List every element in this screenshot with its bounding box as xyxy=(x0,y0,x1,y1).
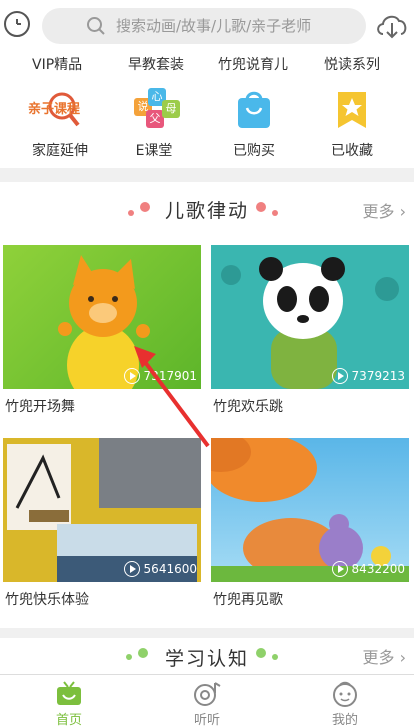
menu-reading[interactable]: 悦读系列 xyxy=(324,54,380,74)
more-label: 更多 xyxy=(362,202,395,221)
video-title: 竹兜再见歌 xyxy=(213,592,283,608)
section-header-learning: 学习认知 更多 › xyxy=(0,632,414,678)
menu-vip[interactable]: VIP精品 xyxy=(32,54,82,74)
video-thumbnail: 5641600 xyxy=(3,438,201,582)
menu-e-classroom[interactable]: 说 心 父 母 E课堂 xyxy=(112,88,192,164)
menu-label: 家庭延伸 xyxy=(32,143,88,159)
video-title: 竹兜快乐体验 xyxy=(5,592,89,608)
section-title: 儿歌律动 xyxy=(164,200,249,222)
play-icon xyxy=(123,561,140,577)
parent-course-text: 亲子课程 xyxy=(28,102,81,117)
play-icon xyxy=(331,561,348,577)
search-bar[interactable]: 搜索动画/故事/儿歌/亲子老师 xyxy=(42,8,366,44)
video-card[interactable]: 7379213 竹兜欢乐跳 xyxy=(211,245,409,415)
bottom-tab-bar: 首页 听听 我的 xyxy=(0,674,414,728)
menu-favorites[interactable]: 已收藏 xyxy=(310,88,390,164)
video-card[interactable]: 8432200 竹兜再见歌 xyxy=(211,438,409,608)
profile-face-icon xyxy=(333,681,357,707)
tab-label: 首页 xyxy=(55,713,82,728)
header: 搜索动画/故事/儿歌/亲子老师 xyxy=(0,0,414,52)
home-tv-icon xyxy=(57,681,81,705)
decor-dot xyxy=(272,210,278,216)
menu-purchased[interactable]: 已购买 xyxy=(212,88,292,164)
more-link[interactable]: 更多 › xyxy=(362,198,406,222)
chevron-right-icon: › xyxy=(399,202,406,221)
tab-label: 我的 xyxy=(331,713,358,728)
category-menu: VIP精品 早教套装 竹兜说育儿 悦读系列 亲子课程 家庭延伸 说 心 父 母 … xyxy=(0,52,414,166)
e-class-char: 母 xyxy=(162,100,180,118)
play-icon xyxy=(331,368,348,384)
play-count: 8432200 xyxy=(331,560,405,578)
menu-parenting[interactable]: 竹兜说育儿 xyxy=(218,54,288,74)
video-title: 竹兜欢乐跳 xyxy=(213,399,283,415)
menu-label: 已购买 xyxy=(233,143,275,159)
history-clock-icon[interactable] xyxy=(4,11,30,37)
favorite-star-icon xyxy=(338,92,366,128)
video-title: 竹兜开场舞 xyxy=(5,399,75,415)
video-card[interactable]: 5641600 竹兜快乐体验 xyxy=(3,438,201,608)
decor-dot xyxy=(256,648,266,658)
menu-row-text: VIP精品 早教套装 竹兜说育儿 悦读系列 xyxy=(0,54,414,74)
icon-menu-row: 亲子课程 家庭延伸 说 心 父 母 E课堂 已购买 已收藏 xyxy=(0,88,414,164)
play-count: 7379213 xyxy=(331,367,405,385)
menu-early-edu[interactable]: 早教套装 xyxy=(128,54,184,74)
decor-dot xyxy=(272,654,278,660)
play-count: 5641600 xyxy=(123,560,197,578)
more-link[interactable]: 更多 › xyxy=(362,644,406,668)
chevron-right-icon: › xyxy=(399,648,406,667)
pointer-arrow xyxy=(134,346,210,448)
section-header-songs: 儿歌律动 更多 › xyxy=(0,186,414,232)
menu-label: 已收藏 xyxy=(331,143,373,159)
search-placeholder: 搜索动画/故事/儿歌/亲子老师 xyxy=(116,17,312,35)
search-icon xyxy=(87,17,105,35)
tab-me[interactable]: 我的 xyxy=(276,675,414,728)
decor-dot xyxy=(256,202,266,212)
tab-listen[interactable]: 听听 xyxy=(138,675,276,728)
menu-label: E课堂 xyxy=(135,143,173,159)
video-thumbnail: 8432200 xyxy=(211,438,409,582)
tab-label: 听听 xyxy=(193,713,220,728)
menu-family-extension[interactable]: 亲子课程 家庭延伸 xyxy=(18,88,98,164)
listen-icon xyxy=(194,682,221,706)
cloud-download-icon[interactable] xyxy=(374,9,410,41)
shopping-bag-icon xyxy=(238,91,270,128)
tab-home[interactable]: 首页 xyxy=(0,675,138,728)
parent-course-icon: 亲子课程 xyxy=(28,88,82,132)
video-thumbnail: 7379213 xyxy=(211,245,409,389)
section-title: 学习认知 xyxy=(164,648,249,670)
more-label: 更多 xyxy=(362,648,395,667)
section-divider xyxy=(0,168,414,182)
e-classroom-icon: 说 心 父 母 xyxy=(132,88,180,132)
